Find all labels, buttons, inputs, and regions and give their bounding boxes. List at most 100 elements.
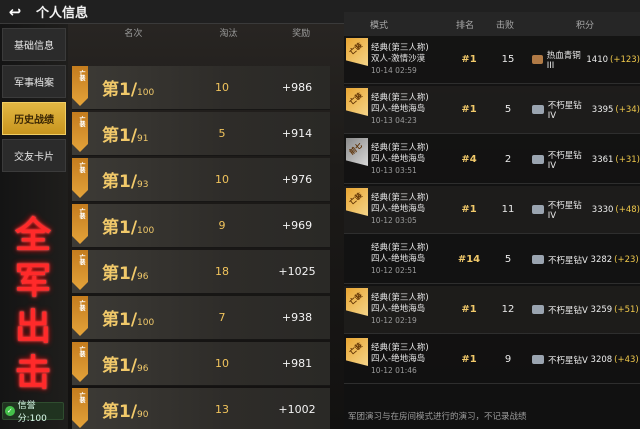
sidebar-item-label: 基础信息 bbox=[14, 41, 54, 52]
row-points: 不朽星钻IV 3395 (+34) bbox=[532, 99, 640, 121]
sidebar-item-basic-info[interactable]: 基础信息 bbox=[2, 28, 66, 61]
history-row[interactable]: 亡装 经典(第三人称) 四人-绝地海岛 10-13 04:23 #1 5 不朽星钻I… bbox=[344, 86, 640, 134]
col-header-mode: 模式 bbox=[370, 20, 389, 31]
history-row[interactable]: 前七 经典(第三人称) 四人-绝地海岛 10-13 03:51 #4 2 不朽星钻I… bbox=[344, 136, 640, 184]
row-rank: #1 bbox=[461, 54, 477, 65]
sidebar-item-history[interactable]: 历史战绩 bbox=[2, 102, 66, 135]
tier-diamond-icon bbox=[532, 255, 544, 264]
match-rank: 第1/100 bbox=[102, 218, 155, 238]
winner-ribbon-icon: 亡装 bbox=[72, 250, 88, 290]
mode-info: 经典(第三人称) 四人-绝地海岛 10-12 02:51 bbox=[371, 243, 429, 275]
row-rank: #1 bbox=[461, 204, 477, 215]
col-header-kills: 淘汰 bbox=[219, 28, 238, 39]
mode-info: 经典(第三人称) 四人-绝地海岛 10-12 01:46 bbox=[371, 343, 429, 375]
back-arrow-icon[interactable]: ↩ bbox=[0, 0, 30, 24]
match-kills: 10 bbox=[215, 357, 229, 370]
credit-score-text: 信誉分:100 bbox=[17, 401, 47, 424]
row-points: 不朽星钻IV 3330 (+48) bbox=[532, 199, 640, 221]
history-footnote: 军团演习与在房间模式进行的演习，不记录战绩 bbox=[348, 412, 527, 422]
match-reward: +981 bbox=[281, 357, 313, 370]
match-rank: 第1/91 bbox=[102, 126, 149, 146]
slogan-char: 军 bbox=[14, 260, 51, 302]
match-kills: 18 bbox=[215, 265, 229, 278]
col-header-kills: 击败 bbox=[496, 20, 515, 31]
match-kills: 10 bbox=[215, 81, 229, 94]
row-kills: 15 bbox=[501, 54, 515, 65]
sidebar-item-label: 军事档案 bbox=[14, 78, 54, 89]
col-header-points: 积分 bbox=[576, 20, 595, 31]
history-row[interactable]: 亡装 经典(第三人称) 四人-绝地海岛 10-12 03:05 #1 11 不朽星钻… bbox=[344, 186, 640, 234]
row-rank: #1 bbox=[461, 304, 477, 315]
shield-check-icon: ✓ bbox=[5, 406, 15, 416]
mode-info: 经典(第三人称) 四人-绝地海岛 10-13 04:23 bbox=[371, 93, 429, 125]
row-points: 不朽星钻V 3208 (+43) bbox=[532, 354, 640, 366]
sidebar-item-label: 交友卡片 bbox=[14, 152, 54, 163]
row-rank: #1 bbox=[461, 104, 477, 115]
row-kills: 2 bbox=[504, 154, 512, 165]
history-row[interactable]: 经典(第三人称) 四人-绝地海岛 10-12 02:51 #14 5 不朽星钻V 3… bbox=[344, 236, 640, 284]
tier-diamond-icon bbox=[532, 205, 544, 214]
slogan-banner: 全 军 出 击 bbox=[4, 212, 62, 396]
match-rank: 第1/93 bbox=[102, 172, 149, 192]
row-points: 热血青铜III 1410 (+123) bbox=[532, 49, 640, 71]
row-kills: 11 bbox=[501, 204, 515, 215]
slogan-char: 出 bbox=[14, 306, 51, 348]
history-header: 模式 排名 击败 积分 bbox=[344, 12, 640, 36]
row-rank: #1 bbox=[461, 354, 477, 365]
mode-info: 经典(第三人称) 四人-绝地海岛 10-12 03:05 bbox=[371, 193, 429, 225]
row-points: 不朽星钻V 3282 (+23) bbox=[532, 254, 640, 266]
match-row[interactable]: 亡装 第1/100 10 +986 bbox=[72, 66, 330, 110]
winner-ribbon-icon: 亡装 bbox=[72, 112, 88, 152]
match-reward: +976 bbox=[281, 173, 313, 186]
history-row[interactable]: 亡装 经典(第三人称) 四人-绝地海岛 10-12 01:46 #1 9 不朽星钻V… bbox=[344, 336, 640, 384]
history-row[interactable]: 亡装 经典(第三人称) 双人-激情沙漠 10-14 02:59 #1 15 热血青铜… bbox=[344, 36, 640, 84]
match-rank: 第1/90 bbox=[102, 402, 149, 422]
tier-diamond-icon bbox=[532, 155, 544, 164]
match-reward: +938 bbox=[281, 311, 313, 324]
row-kills: 12 bbox=[501, 304, 515, 315]
match-reward: +986 bbox=[281, 81, 313, 94]
sidebar-item-friend-card[interactable]: 交友卡片 bbox=[2, 139, 66, 172]
match-kills: 7 bbox=[218, 311, 226, 324]
match-reward: +1002 bbox=[278, 403, 316, 416]
tier-bronze-icon bbox=[532, 55, 543, 64]
row-points: 不朽星钻V 3259 (+51) bbox=[532, 304, 640, 316]
row-kills: 9 bbox=[504, 354, 512, 365]
history-row[interactable]: 亡装 经典(第三人称) 四人-绝地海岛 10-12 02:19 #1 12 不朽星钻… bbox=[344, 286, 640, 334]
match-list: 名次 淘汰 奖励 亡装 第1/100 10 +986 亡装 第1/91 5 +9… bbox=[72, 24, 330, 429]
match-row[interactable]: 亡装 第1/93 10 +976 bbox=[72, 158, 330, 202]
row-kills: 5 bbox=[504, 104, 512, 115]
match-kills: 9 bbox=[218, 219, 226, 232]
match-reward: +914 bbox=[281, 127, 313, 140]
match-reward: +1025 bbox=[278, 265, 316, 278]
winner-ribbon-icon: 亡装 bbox=[72, 204, 88, 244]
match-row[interactable]: 亡装 第1/100 9 +969 bbox=[72, 204, 330, 248]
match-row[interactable]: 亡装 第1/91 5 +914 bbox=[72, 112, 330, 156]
slogan-char: 击 bbox=[14, 352, 51, 394]
slogan-char: 全 bbox=[14, 214, 51, 256]
match-row[interactable]: 亡装 第1/96 10 +981 bbox=[72, 342, 330, 386]
match-row[interactable]: 亡装 第1/90 13 +1002 bbox=[72, 388, 330, 429]
match-row[interactable]: 亡装 第1/96 18 +1025 bbox=[72, 250, 330, 294]
winner-badge-icon: 亡装 bbox=[346, 88, 368, 116]
col-header-rank: 排名 bbox=[456, 20, 475, 31]
winner-badge-icon: 亡装 bbox=[346, 38, 368, 66]
winner-ribbon-icon: 亡装 bbox=[72, 342, 88, 382]
row-rank: #4 bbox=[461, 154, 477, 165]
sidebar-item-military-record[interactable]: 军事档案 bbox=[2, 65, 66, 98]
match-rank: 第1/100 bbox=[102, 80, 155, 100]
mode-info: 经典(第三人称) 四人-绝地海岛 10-13 03:51 bbox=[371, 143, 429, 175]
match-kills: 5 bbox=[218, 127, 226, 140]
match-rank: 第1/96 bbox=[102, 356, 149, 376]
match-reward: +969 bbox=[281, 219, 313, 232]
col-header-reward: 奖励 bbox=[292, 28, 311, 39]
mode-info: 经典(第三人称) 双人-激情沙漠 10-14 02:59 bbox=[371, 43, 429, 75]
match-row[interactable]: 亡装 第1/100 7 +938 bbox=[72, 296, 330, 340]
winner-badge-icon: 亡装 bbox=[346, 188, 368, 216]
history-panel: 模式 排名 击败 积分 亡装 经典(第三人称) 双人-激情沙漠 10-14 02:5… bbox=[344, 12, 640, 429]
match-rank: 第1/100 bbox=[102, 310, 155, 330]
row-rank: #14 bbox=[457, 254, 481, 265]
match-kills: 10 bbox=[215, 173, 229, 186]
col-header-rank: 名次 bbox=[124, 28, 143, 39]
tier-diamond-icon bbox=[532, 305, 544, 314]
